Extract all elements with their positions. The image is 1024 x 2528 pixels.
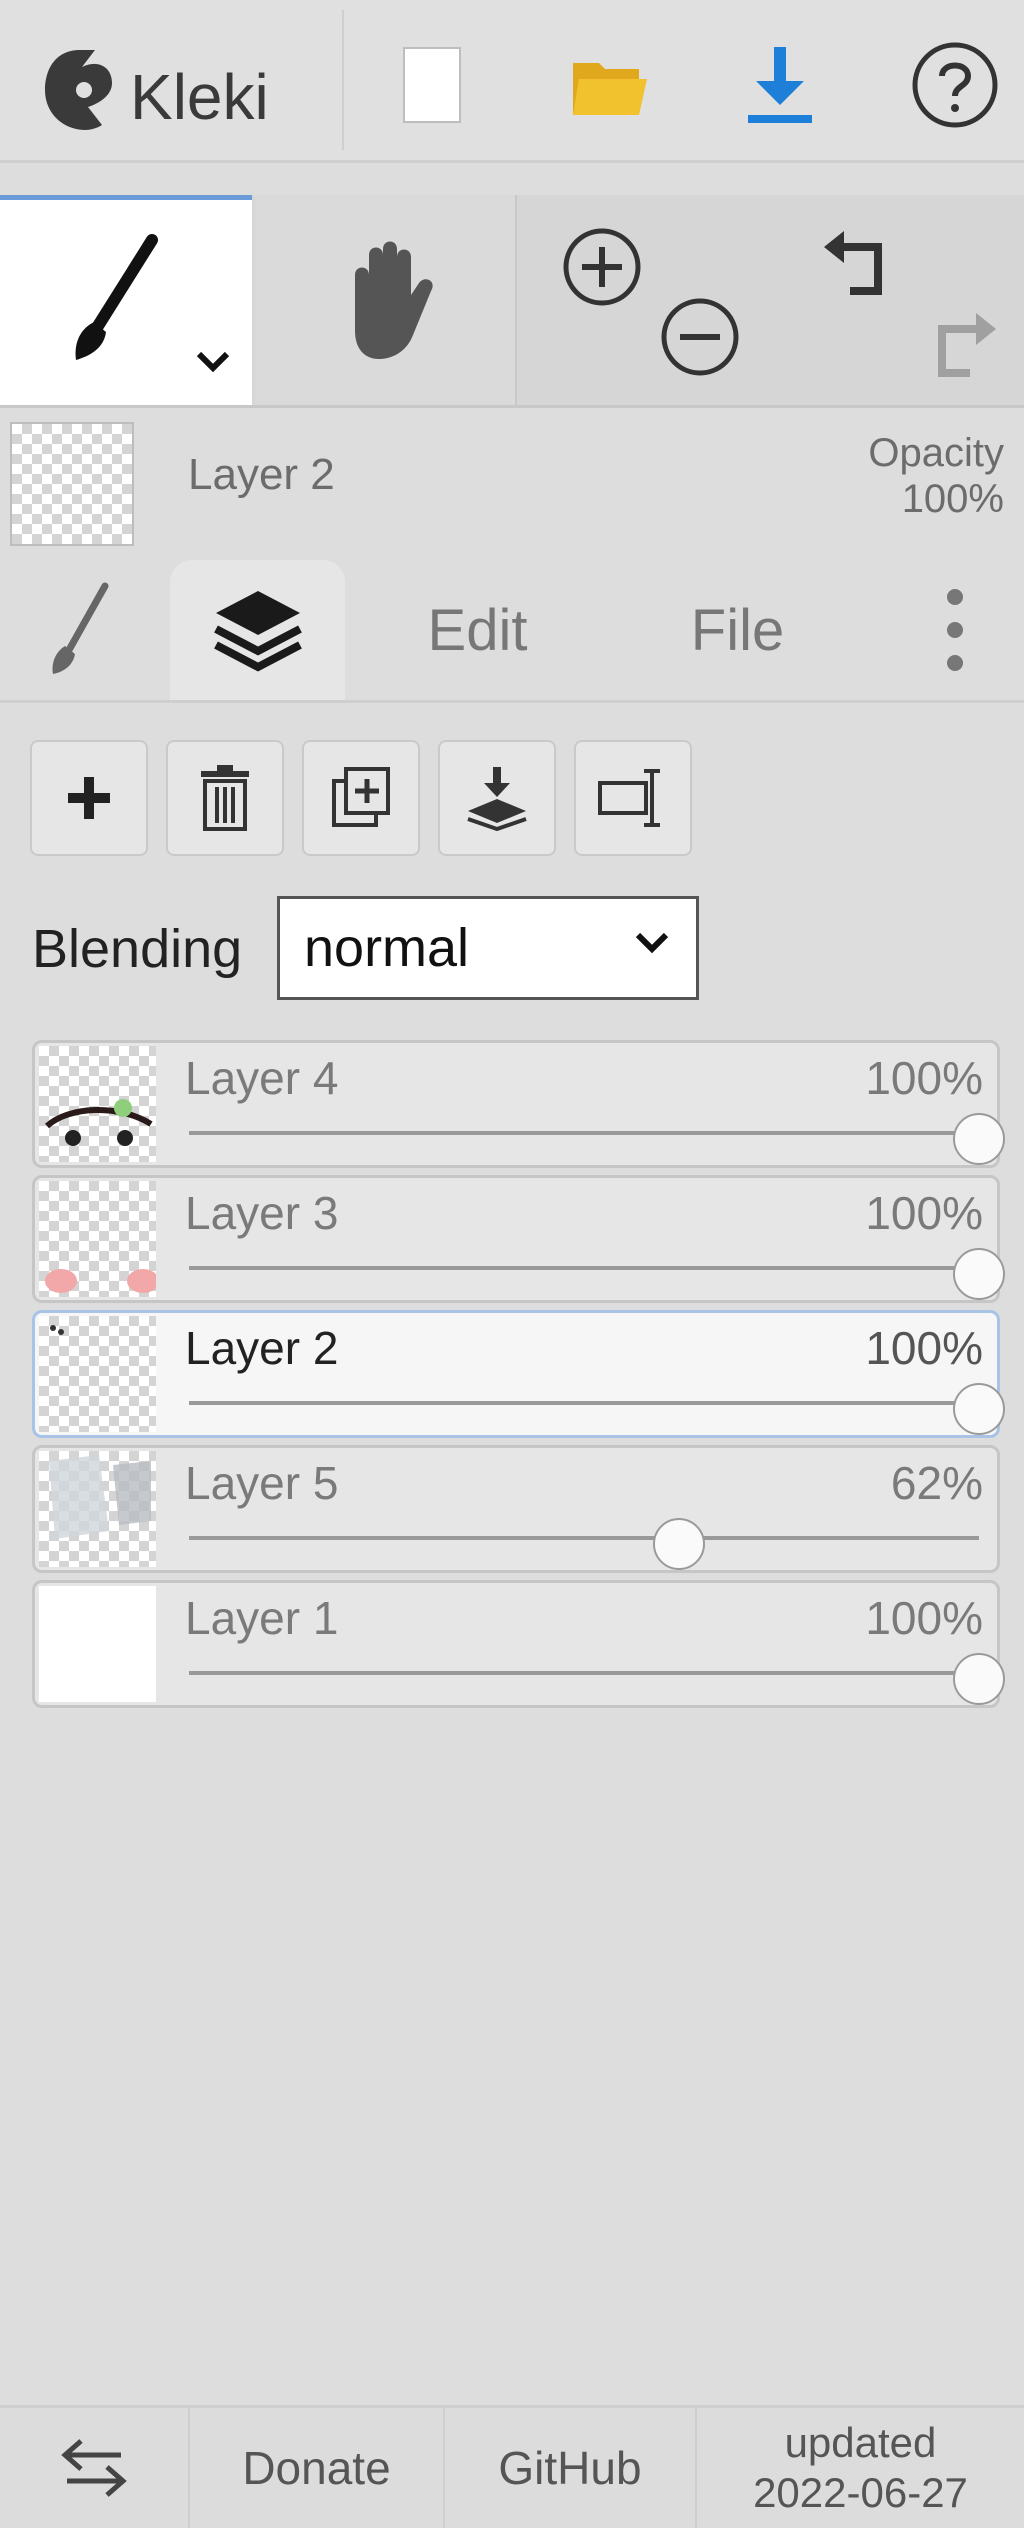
layer-name: Layer 3 (185, 1187, 339, 1239)
hand-icon (355, 241, 433, 359)
opacity-slider-handle[interactable] (652, 1518, 705, 1570)
new-image-button[interactable] (352, 20, 512, 150)
tab-layers[interactable] (170, 560, 345, 700)
brush-tool-button[interactable] (0, 195, 252, 405)
blending-mode-value: normal (304, 918, 470, 978)
layer-name: Layer 4 (185, 1052, 339, 1104)
open-file-button[interactable] (530, 20, 690, 150)
help-button[interactable] (875, 20, 1024, 150)
delete-layer-icon (201, 765, 249, 831)
chevron-down-icon[interactable] (195, 350, 231, 374)
zoom-in-icon[interactable] (560, 225, 644, 309)
tab-brush[interactable] (0, 560, 160, 700)
opacity-slider-track[interactable] (189, 1266, 979, 1270)
blending-label: Blending (32, 919, 243, 979)
opacity-slider-handle[interactable] (953, 1653, 1005, 1705)
chevron-down-icon (635, 932, 669, 954)
tab-file[interactable]: File (630, 560, 845, 700)
layer-opacity: 100% (865, 1052, 983, 1104)
delete-layer-button[interactable] (166, 740, 284, 856)
current-layer-thumbnail (10, 422, 134, 546)
add-layer-icon (68, 777, 110, 819)
opacity-slider-track[interactable] (189, 1671, 979, 1675)
opacity-slider-track[interactable] (189, 1401, 979, 1405)
layer-row[interactable]: Layer 5 62% (32, 1445, 1000, 1573)
duplicate-layer-icon (332, 767, 390, 827)
add-layer-button[interactable] (30, 740, 148, 856)
new-file-icon (403, 47, 461, 123)
layers-icon (213, 591, 302, 672)
panel-tabs: Edit File (0, 560, 1024, 703)
top-bar: Kleki (0, 0, 1024, 163)
layer-row[interactable]: Layer 1 100% (32, 1580, 1005, 1708)
updated-info[interactable]: updated 2022-06-27 (697, 2408, 1024, 2528)
kleki-logo-icon (45, 50, 112, 130)
brush-icon (52, 582, 109, 674)
swap-side-button[interactable] (0, 2408, 190, 2528)
layer-row-selected[interactable]: Layer 2 100% (32, 1310, 1005, 1438)
layer-thumbnail (39, 1586, 156, 1702)
history-controls (780, 195, 1024, 405)
footer: Donate GitHub updated 2022-06-27 (0, 2405, 1024, 2528)
updated-label: updated (784, 2418, 937, 2466)
opacity-slider-handle[interactable] (953, 1248, 1005, 1300)
tool-row (0, 195, 1024, 408)
updated-date: 2022-06-27 (753, 2469, 968, 2516)
layer-5-preview (49, 1455, 151, 1539)
redo-icon[interactable] (920, 307, 1000, 387)
donate-link[interactable]: Donate (190, 2408, 445, 2528)
layer-4-preview (44, 1099, 153, 1146)
tab-edit[interactable]: Edit (370, 560, 585, 700)
layer-opacity: 62% (890, 1457, 983, 1509)
more-vertical-icon (947, 589, 963, 671)
merge-down-button[interactable] (438, 740, 556, 856)
layer-thumbnail (39, 1046, 156, 1162)
layer-3-preview (45, 1269, 159, 1293)
layer-opacity: 100% (865, 1322, 983, 1374)
layer-thumbnail (39, 1181, 159, 1297)
github-link[interactable]: GitHub (445, 2408, 697, 2528)
logo: Kleki (0, 10, 344, 150)
rename-layer-icon (598, 769, 660, 827)
opacity-label: Opacity (868, 431, 1004, 475)
layer-opacity: 100% (865, 1187, 983, 1239)
layer-row[interactable]: Layer 4 100% (32, 1040, 1005, 1168)
opacity-value: 100% (901, 477, 1004, 521)
blending-mode-select[interactable]: normal (277, 896, 699, 1000)
save-button[interactable] (700, 20, 860, 150)
layer-row[interactable]: Layer 3 100% (32, 1175, 1005, 1303)
layer-opacity: 100% (865, 1592, 983, 1644)
opacity-readout[interactable]: Opacity 100% (868, 430, 1004, 522)
current-layer-name: Layer 2 (188, 450, 335, 499)
layer-thumbnail (39, 1316, 156, 1432)
folder-icon (573, 63, 647, 115)
opacity-slider-handle[interactable] (953, 1383, 1005, 1435)
paintbrush-icon (75, 234, 158, 360)
opacity-slider-track[interactable] (189, 1131, 979, 1135)
tab-more[interactable] (900, 560, 1010, 700)
layer-name: Layer 1 (185, 1592, 339, 1644)
help-icon (912, 42, 998, 128)
zoom-controls (518, 195, 778, 405)
layer-2-preview (50, 1325, 64, 1335)
zoom-out-icon[interactable] (658, 295, 742, 379)
rename-layer-button[interactable] (574, 740, 692, 856)
layer-thumbnail (39, 1451, 156, 1567)
layer-name: Layer 2 (185, 1322, 339, 1374)
hand-tool-button[interactable] (255, 195, 517, 405)
duplicate-layer-button[interactable] (302, 740, 420, 856)
merge-down-icon (467, 767, 527, 831)
current-layer-header: Layer 2 Opacity 100% (0, 410, 1024, 550)
download-icon (748, 47, 812, 123)
layer-name: Layer 5 (185, 1457, 339, 1509)
app-name: Kleki (130, 61, 269, 133)
opacity-slider-handle[interactable] (953, 1113, 1005, 1165)
undo-icon[interactable] (820, 225, 900, 305)
opacity-slider-track[interactable] (189, 1536, 979, 1540)
swap-arrows-icon (61, 2439, 127, 2497)
